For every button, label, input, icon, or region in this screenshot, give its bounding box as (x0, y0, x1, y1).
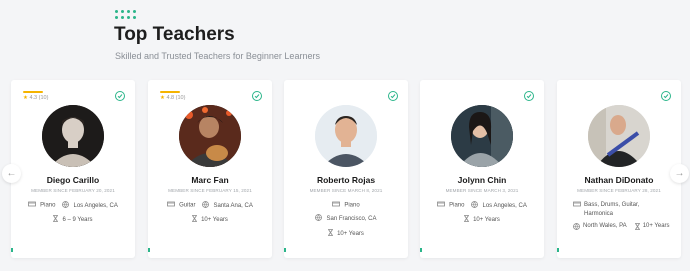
card-accent (284, 248, 286, 252)
card-accent (557, 248, 559, 252)
teacher-name[interactable]: Marc Fan (148, 175, 272, 185)
verified-check-icon (388, 91, 398, 101)
experience-label: 10+ Years (642, 223, 670, 229)
hourglass-icon (327, 229, 334, 238)
section-title: Top Teachers (114, 24, 235, 45)
rating-bar (23, 91, 43, 93)
teacher-name[interactable]: Roberto Rojas (284, 175, 408, 185)
card-accent (11, 248, 13, 252)
hourglass-icon (634, 223, 640, 232)
location-label: Los Angeles, CA (482, 203, 527, 210)
globe-icon (62, 201, 70, 210)
globe-icon (573, 223, 580, 232)
member-since: MEMBER SINCE MARCH 8, 2021 (309, 188, 383, 193)
experience-label: 6 – 9 Years (62, 217, 93, 224)
verified-check-icon (115, 91, 125, 101)
next-arrow-button[interactable]: → (670, 164, 689, 183)
card-accent (148, 248, 150, 252)
location-label: San Francisco, CA (326, 216, 377, 223)
location-label: Santa Ana, CA (213, 203, 253, 210)
instrument-label: Bass, Drums, Guitar, Harmonica (584, 202, 640, 217)
member-since: MEMBER SINCE FEBRUARY 28, 2021 (577, 188, 661, 193)
instrument-icon (167, 201, 176, 209)
star-icon: ★ (23, 95, 28, 101)
instrument-icon (573, 201, 581, 209)
globe-icon (471, 201, 479, 210)
verified-check-icon (524, 91, 534, 101)
verified-check-icon (252, 91, 262, 101)
hourglass-icon (463, 215, 470, 224)
verified-check-icon (661, 91, 671, 101)
rating: ★ 4.3 (10) (23, 95, 49, 101)
teacher-name[interactable]: Jolynn Chin (420, 175, 544, 185)
globe-icon (202, 201, 210, 210)
teacher-card-roberto-rojas[interactable]: Roberto Rojas MEMBER SINCE MARCH 8, 2021… (284, 80, 408, 258)
experience-label: 10+ Years (337, 231, 364, 238)
star-icon: ★ (160, 95, 165, 101)
member-since: MEMBER SINCE FEBRUARY 15, 2021 (168, 188, 252, 193)
teacher-card-diego-carillo[interactable]: ★ 4.3 (10) Diego Carillo MEMBER SINCE FE… (11, 80, 135, 258)
teacher-name[interactable]: Diego Carillo (11, 175, 135, 185)
experience-label: 10+ Years (473, 217, 500, 224)
instrument-icon (332, 201, 341, 209)
arrow-right-icon: → (674, 168, 685, 179)
member-since: MEMBER SINCE MARCH 3, 2021 (445, 188, 519, 193)
section-subtitle: Skilled and Trusted Teachers for Beginne… (115, 51, 320, 61)
rating-bar (160, 91, 180, 93)
avatar (588, 105, 650, 167)
teacher-card-nathan-didonato[interactable]: Nathan DiDonato MEMBER SINCE FEBRUARY 28… (557, 80, 681, 258)
globe-icon (315, 214, 323, 223)
instrument-label: Piano (449, 202, 465, 209)
instrument-label: Guitar (179, 202, 196, 209)
prev-arrow-button[interactable]: ← (2, 164, 21, 183)
instrument-label: Piano (40, 202, 56, 209)
member-since: MEMBER SINCE FEBRUARY 20, 2021 (31, 188, 115, 193)
instrument-icon (437, 201, 446, 209)
hourglass-icon (53, 215, 59, 224)
decorative-dots (115, 10, 136, 19)
teacher-name[interactable]: Nathan DiDonato (557, 175, 681, 185)
arrow-left-icon: ← (6, 168, 17, 179)
location-label: Los Angeles, CA (73, 203, 118, 210)
teacher-card-jolynn-chin[interactable]: Jolynn Chin MEMBER SINCE MARCH 3, 2021 P… (420, 80, 544, 258)
experience-label: 10+ Years (201, 217, 228, 224)
avatar (451, 105, 513, 167)
instrument-icon (28, 201, 37, 209)
location-label: North Wales, PA (583, 223, 627, 229)
teacher-card-marc-fan[interactable]: ★ 4.8 (10) Marc Fan MEMBER SINCE FEBRUAR… (148, 80, 272, 258)
avatar (42, 105, 104, 167)
card-accent (420, 248, 422, 252)
avatar (179, 105, 241, 167)
instrument-label: Piano (344, 202, 360, 209)
rating: ★ 4.8 (10) (160, 95, 186, 101)
hourglass-icon (191, 215, 198, 224)
avatar (315, 105, 377, 167)
